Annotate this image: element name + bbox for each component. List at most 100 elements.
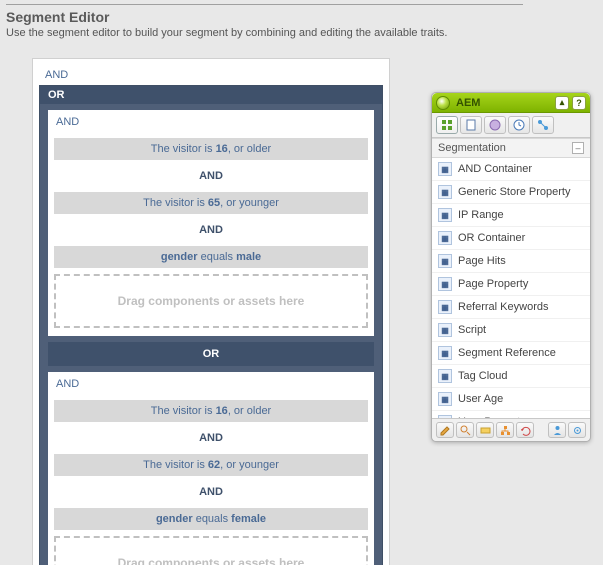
trait-value: 65 — [208, 197, 220, 209]
sidekick-title: AEM — [456, 97, 480, 109]
sidekick-section-header[interactable]: Segmentation – — [432, 138, 590, 158]
client-context-button[interactable] — [548, 422, 566, 438]
trait-operator: equals — [198, 251, 237, 263]
trait-text-suffix: , or younger — [220, 197, 279, 209]
ruler-icon — [480, 425, 491, 436]
component-label: User Property — [458, 416, 526, 418]
and-container-label: AND — [54, 114, 368, 134]
component-label: User Age — [458, 393, 503, 405]
component-and-container[interactable]: ▦ AND Container — [432, 158, 590, 181]
trait-property: gender — [161, 251, 198, 263]
and-container-label: AND — [54, 376, 368, 396]
component-icon: ▦ — [438, 323, 452, 337]
component-label: Script — [458, 324, 486, 336]
segment-editor-canvas[interactable]: AND OR AND The visitor is 16, or older A… — [32, 58, 390, 565]
settings-button[interactable] — [568, 422, 586, 438]
trait-user-age[interactable]: The visitor is 16, or older — [54, 138, 368, 160]
trait-user-age[interactable]: The visitor is 16, or older — [54, 400, 368, 422]
drop-zone[interactable]: Drag components or assets here — [54, 274, 368, 328]
sidekick-titlebar[interactable]: AEM ▴ ? — [432, 93, 590, 113]
outer-and-label: AND — [39, 65, 383, 85]
section-collapse-button[interactable]: – — [572, 142, 584, 154]
component-label: Generic Store Property — [458, 186, 571, 198]
join-and: AND — [54, 218, 368, 242]
component-label: Referral Keywords — [458, 301, 548, 313]
trait-gender[interactable]: gender equals male — [54, 246, 368, 268]
sitemap-icon — [500, 425, 511, 436]
tab-versioning[interactable] — [508, 116, 530, 134]
sidekick-section-title: Segmentation — [438, 142, 506, 154]
component-generic-store-property[interactable]: ▦ Generic Store Property — [432, 181, 590, 204]
tab-page[interactable] — [460, 116, 482, 134]
websites-button[interactable] — [496, 422, 514, 438]
component-icon: ▦ — [438, 231, 452, 245]
trait-text-prefix: The visitor is — [143, 459, 208, 471]
trait-text-prefix: The visitor is — [143, 197, 208, 209]
components-icon — [441, 119, 453, 131]
and-container[interactable]: AND The visitor is 16, or older AND The … — [48, 372, 374, 565]
sidekick-collapse-button[interactable]: ▴ — [555, 96, 569, 110]
or-container-header: OR — [40, 86, 382, 104]
or-container[interactable]: OR AND The visitor is 16, or older AND T… — [39, 85, 383, 565]
page-icon — [465, 119, 477, 131]
component-label: IP Range — [458, 209, 504, 221]
trait-value: 16 — [216, 405, 228, 417]
join-and: AND — [54, 164, 368, 188]
component-script[interactable]: ▦ Script — [432, 319, 590, 342]
component-label: AND Container — [458, 163, 532, 175]
trait-text-prefix: The visitor is — [151, 143, 216, 155]
component-icon: ▦ — [438, 392, 452, 406]
trait-text-suffix: , or older — [228, 405, 271, 417]
component-icon: ▦ — [438, 346, 452, 360]
component-icon: ▦ — [438, 185, 452, 199]
component-icon: ▦ — [438, 162, 452, 176]
component-referral-keywords[interactable]: ▦ Referral Keywords — [432, 296, 590, 319]
reload-icon — [520, 425, 531, 436]
component-icon: ▦ — [438, 369, 452, 383]
component-icon: ▦ — [438, 415, 452, 418]
trait-operator: equals — [193, 513, 232, 525]
component-tag-cloud[interactable]: ▦Tag Cloud — [432, 365, 590, 388]
trait-property: gender — [156, 513, 193, 525]
tab-workflow[interactable] — [532, 116, 554, 134]
component-page-property[interactable]: ▦ Page Property — [432, 273, 590, 296]
component-label: Segment Reference — [458, 347, 556, 359]
reload-button[interactable] — [516, 422, 534, 438]
component-label: OR Container — [458, 232, 525, 244]
component-list[interactable]: ▦ AND Container ▦ Generic Store Property ▦… — [432, 158, 590, 418]
page-title: Segment Editor — [6, 9, 603, 25]
trait-value: female — [231, 513, 266, 525]
design-mode-button[interactable] — [476, 422, 494, 438]
component-icon: ▦ — [438, 300, 452, 314]
join-and: AND — [54, 480, 368, 504]
aem-logo-icon — [436, 96, 450, 110]
trait-gender[interactable]: gender equals female — [54, 508, 368, 530]
tab-info[interactable] — [484, 116, 506, 134]
or-separator: OR — [48, 342, 374, 366]
person-icon — [552, 425, 563, 436]
tab-components[interactable] — [436, 116, 458, 134]
component-segment-reference[interactable]: ▦ Segment Reference — [432, 342, 590, 365]
gear-icon — [572, 425, 583, 436]
sidekick-help-button[interactable]: ? — [572, 96, 586, 110]
component-ip-range[interactable]: ▦IP Range — [432, 204, 590, 227]
preview-mode-button[interactable] — [456, 422, 474, 438]
component-user-age[interactable]: ▦ User Age — [432, 388, 590, 411]
trait-text-suffix: , or younger — [220, 459, 279, 471]
component-user-property[interactable]: ▦ User Property — [432, 411, 590, 418]
sidekick-panel[interactable]: AEM ▴ ? Segmentation – — [431, 92, 591, 442]
trait-text-suffix: , or older — [228, 143, 271, 155]
trait-user-age[interactable]: The visitor is 65, or younger — [54, 192, 368, 214]
page-subtitle: Use the segment editor to build your seg… — [6, 27, 603, 39]
component-label: Page Property — [458, 278, 528, 290]
pencil-icon — [440, 425, 451, 436]
drop-zone[interactable]: Drag components or assets here — [54, 536, 368, 565]
and-container[interactable]: AND The visitor is 16, or older AND The … — [48, 110, 374, 336]
edit-mode-button[interactable] — [436, 422, 454, 438]
workflow-icon — [537, 119, 549, 131]
component-label: Page Hits — [458, 255, 506, 267]
trait-user-age[interactable]: The visitor is 62, or younger — [54, 454, 368, 476]
component-or-container[interactable]: ▦ OR Container — [432, 227, 590, 250]
component-page-hits[interactable]: ▦Page Hits — [432, 250, 590, 273]
component-icon: ▦ — [438, 277, 452, 291]
